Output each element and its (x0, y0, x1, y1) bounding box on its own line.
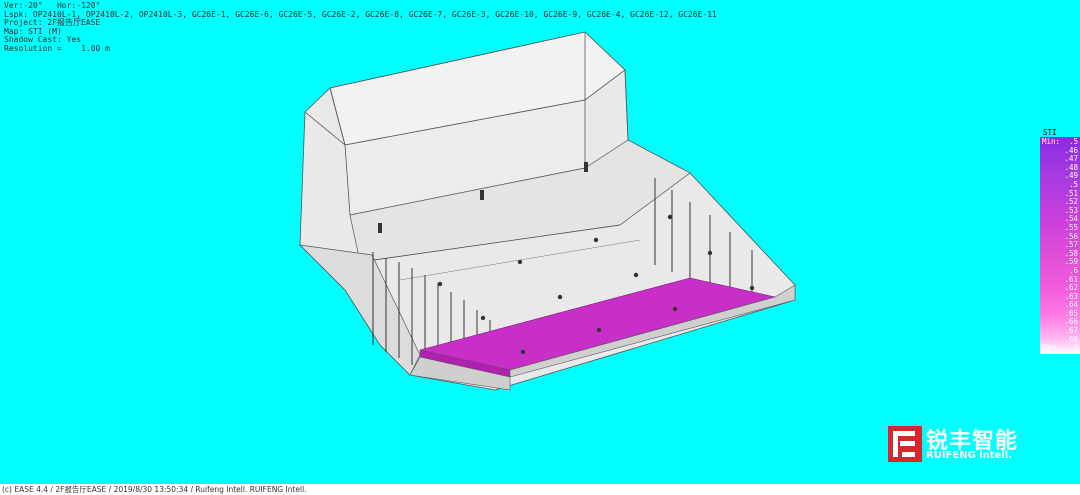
shadow-cast-text: Shadow Cast: Yes (4, 35, 82, 45)
logo-mark-icon (888, 426, 922, 462)
room-model-viewport[interactable] (0, 0, 1080, 484)
legend-rows: Min: .5.46.47.48.49.5.51.52.53.54.55.56.5… (1040, 137, 1080, 353)
view-info-panel: Ver:-20° Hor:-120° Lspk: OP2410L-1, OP24… (4, 1, 717, 54)
resolution-text: Resolution = 1.00 m (4, 43, 110, 53)
legend-row-label: Max: (1042, 343, 1061, 353)
logo-english-text: RUIFENG intell. (926, 450, 1013, 461)
legend-row: Max: .6 (1040, 344, 1080, 353)
project-text: Project: 2F报告厅EASE (4, 18, 101, 28)
map-text: Map: STI (M) (4, 26, 62, 36)
ruifeng-logo: 锐丰智能 RUIFENG intell. (888, 426, 1048, 466)
legend-row-value: .6 (1068, 343, 1078, 353)
loudspeaker-list-text: Lspk: OP2410L-1, OP2410L-2, OP2410L-3, G… (4, 9, 717, 19)
legend-row-label: Min: (1042, 137, 1061, 146)
status-bar: (c) EASE 4.4 / 2F报告厅EASE / 2019/8/30 13:… (0, 484, 1080, 495)
sti-color-legend: STI Min: .5.46.47.48.49.5.51.52.53.54.55.… (1040, 128, 1080, 354)
